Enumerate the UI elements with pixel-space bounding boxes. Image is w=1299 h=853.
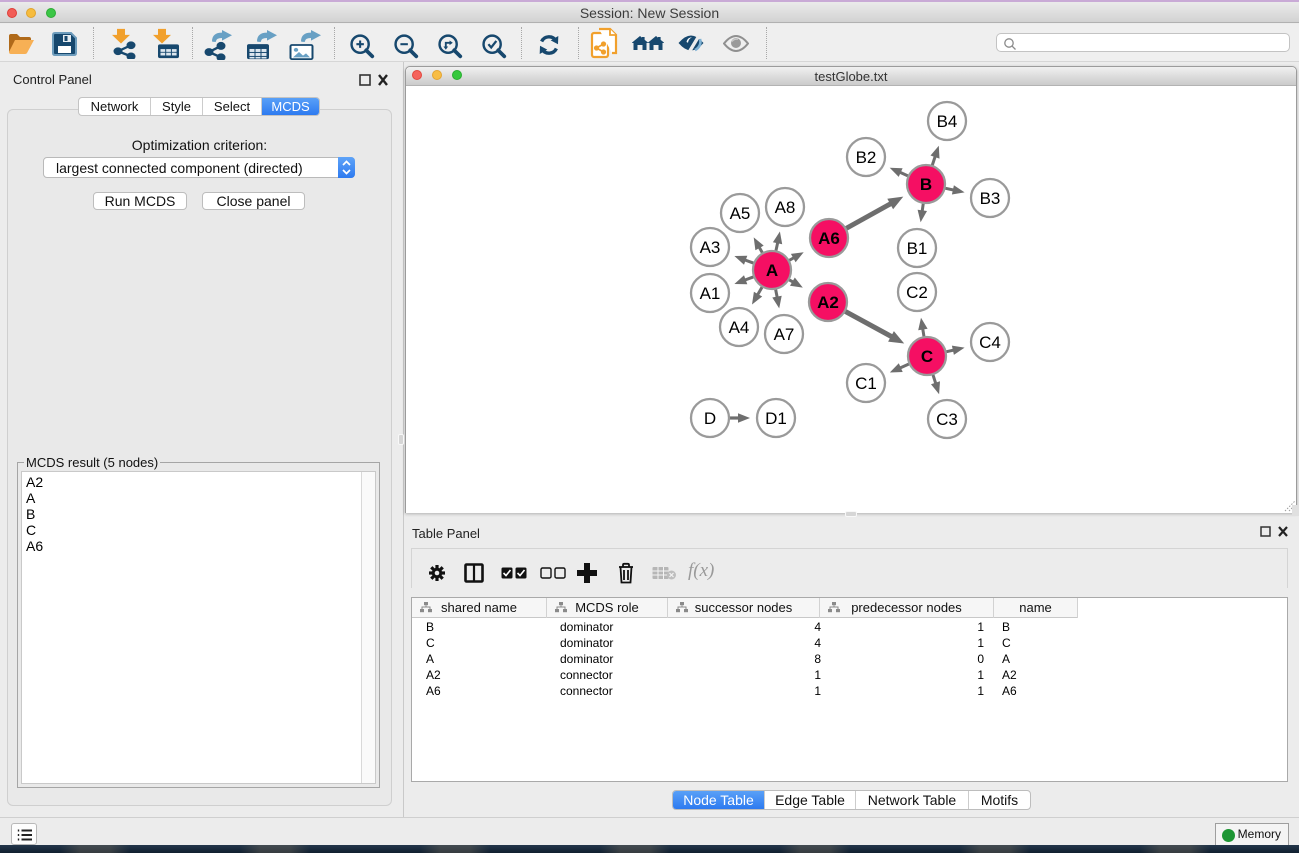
svg-text:A2: A2 xyxy=(817,293,839,312)
svg-text:B2: B2 xyxy=(856,148,877,167)
svg-text:A1: A1 xyxy=(700,284,721,303)
svg-text:B: B xyxy=(920,175,932,194)
svg-text:C4: C4 xyxy=(979,333,1001,352)
svg-text:B1: B1 xyxy=(907,239,928,258)
svg-text:D1: D1 xyxy=(765,409,787,428)
svg-text:C3: C3 xyxy=(936,410,958,429)
svg-text:A7: A7 xyxy=(774,325,795,344)
svg-text:C: C xyxy=(921,347,933,366)
svg-text:B3: B3 xyxy=(980,189,1001,208)
svg-text:D: D xyxy=(704,409,716,428)
svg-text:A6: A6 xyxy=(818,229,840,248)
svg-text:A8: A8 xyxy=(775,198,796,217)
svg-text:A: A xyxy=(766,261,778,280)
svg-text:A5: A5 xyxy=(730,204,751,223)
svg-text:C2: C2 xyxy=(906,283,928,302)
svg-text:C1: C1 xyxy=(855,374,877,393)
svg-text:A4: A4 xyxy=(729,318,750,337)
svg-text:A3: A3 xyxy=(700,238,721,257)
svg-text:B4: B4 xyxy=(937,112,958,131)
